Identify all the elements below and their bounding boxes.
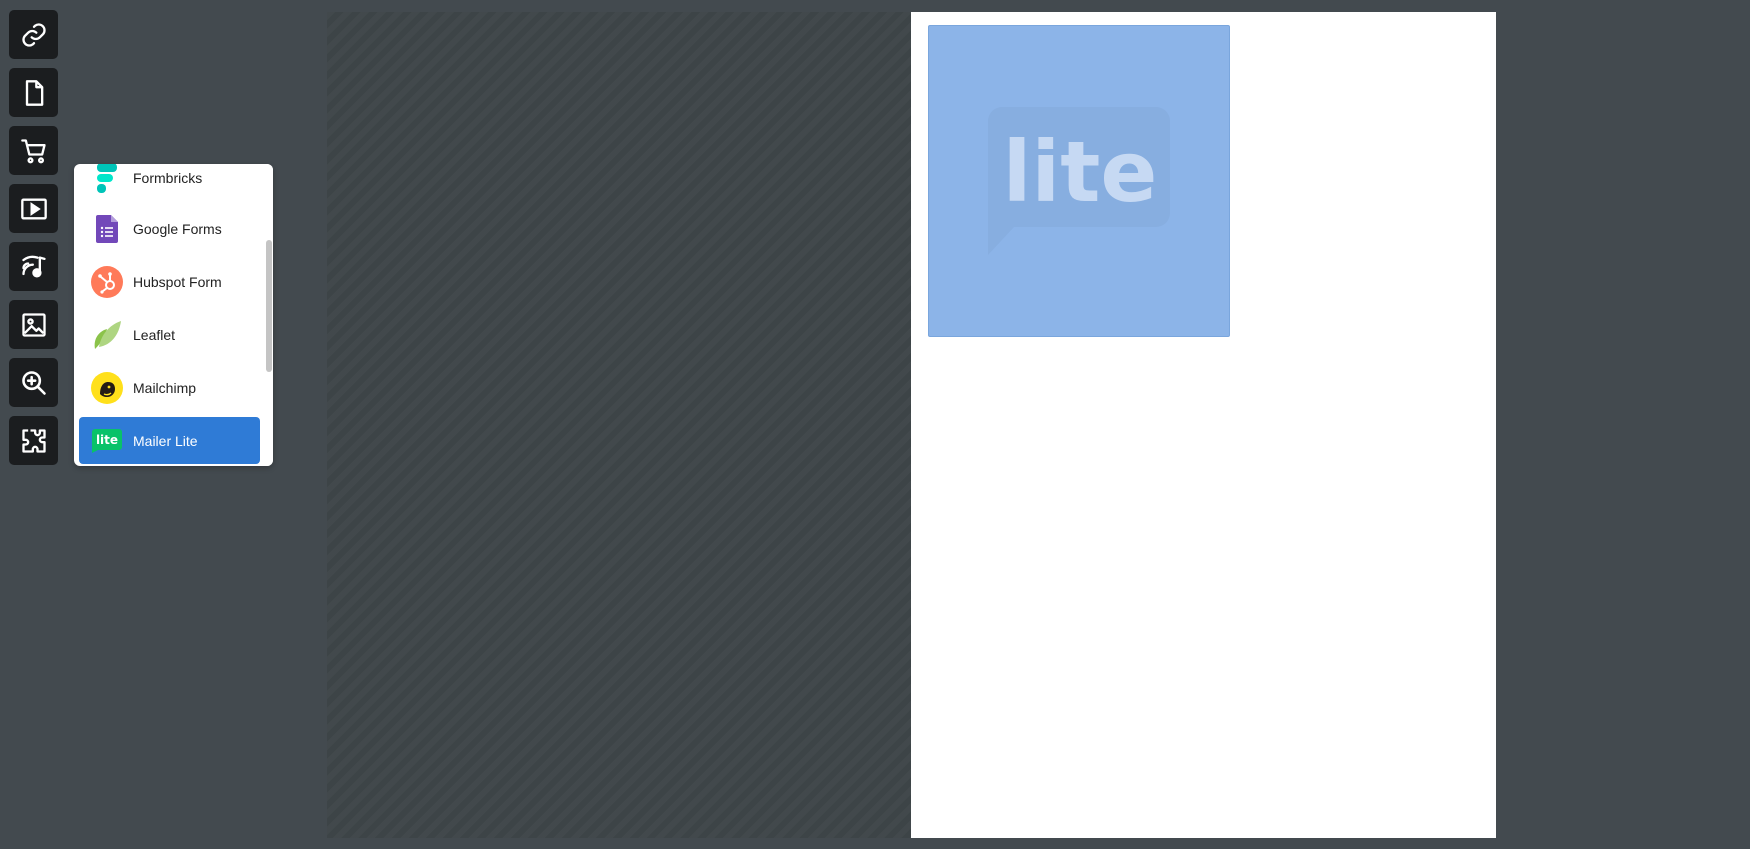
list-item-label: Formbricks [133, 169, 203, 186]
document-tool-button[interactable] [9, 68, 58, 117]
list-item-mailchimp[interactable]: Mailchimp [79, 364, 260, 411]
mailerlite-badge-text: lite [96, 433, 118, 447]
list-item-label: Mailer Lite [133, 432, 198, 449]
formbricks-logo-icon [91, 164, 123, 194]
image-tool-button[interactable] [9, 300, 58, 349]
mailchimp-logo-icon [91, 371, 123, 404]
list-item-label: Hubspot Form [133, 273, 222, 290]
list-item-label: Leaflet [133, 326, 176, 343]
left-toolbar [0, 0, 69, 849]
list-item-label: Mailchimp [133, 379, 197, 396]
cart-icon [20, 138, 46, 163]
mailerlite-logo-icon: lite [988, 107, 1170, 255]
leaflet-logo-icon [91, 319, 123, 351]
google-forms-logo-icon [91, 213, 123, 245]
preview-logo-text: lite [1003, 123, 1158, 221]
hubspot-logo-icon [91, 265, 123, 298]
list-item-google-forms[interactable]: Google Forms [79, 205, 260, 252]
puzzle-icon [21, 428, 46, 453]
list-item-formbricks[interactable]: Formbricks [79, 164, 260, 201]
mailerlite-logo-icon-small: lite [91, 425, 123, 457]
document-icon [25, 79, 43, 106]
plugin-tool-button[interactable] [9, 416, 58, 465]
audio-feed-icon [21, 255, 46, 277]
audio-tool-button[interactable] [9, 242, 58, 291]
scrollbar-thumb[interactable] [266, 240, 272, 372]
link-icon [21, 22, 46, 47]
cart-tool-button[interactable] [9, 126, 58, 175]
link-tool-button[interactable] [9, 10, 58, 59]
popup-scrollbar[interactable] [265, 164, 273, 466]
zoom-in-icon [21, 370, 46, 395]
canvas-area [327, 12, 911, 838]
zoom-tool-button[interactable] [9, 358, 58, 407]
list-item-label: Google Forms [133, 220, 222, 237]
video-play-icon [20, 198, 47, 219]
image-icon [21, 312, 46, 337]
video-tool-button[interactable] [9, 184, 58, 233]
list-item-hubspot-form[interactable]: Hubspot Form [79, 258, 260, 305]
mailerlite-embed-preview[interactable]: lite [928, 25, 1230, 337]
list-item-mailer-lite[interactable]: lite Mailer Lite [79, 417, 260, 464]
integrations-popup: Formbricks Google Forms Hubspot Form Lea… [74, 164, 273, 466]
list-item-leaflet[interactable]: Leaflet [79, 311, 260, 358]
integrations-list: Formbricks Google Forms Hubspot Form Lea… [74, 164, 265, 466]
